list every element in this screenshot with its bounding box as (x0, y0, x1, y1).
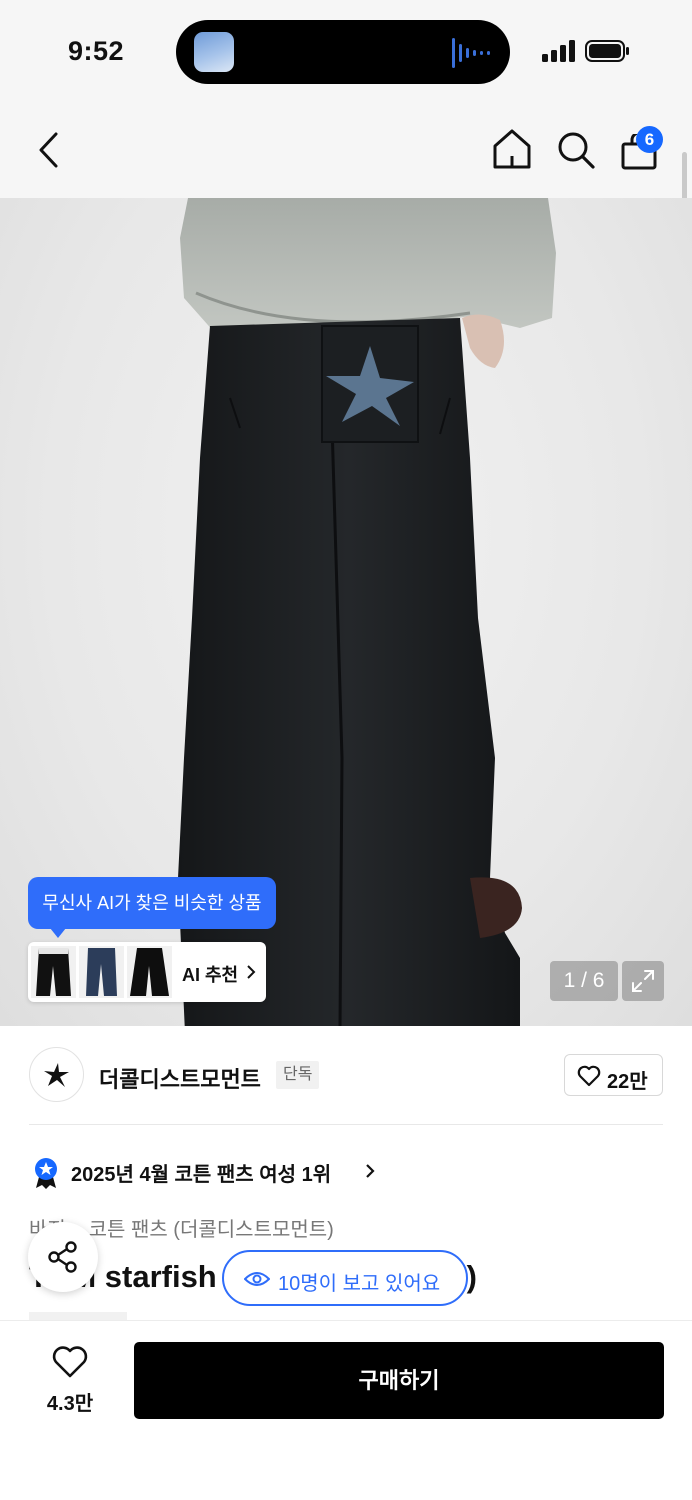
exclusive-tag: 단독 (276, 1061, 320, 1089)
cellular-signal-icon (542, 40, 575, 62)
heart-icon (577, 1065, 601, 1087)
starfish-logo-icon (44, 1063, 69, 1087)
buy-button[interactable]: 구매하기 (134, 1342, 664, 1419)
similar-item-thumb[interactable] (31, 946, 76, 998)
eye-icon (244, 1272, 270, 1286)
dynamic-island (176, 20, 510, 84)
share-button[interactable] (28, 1222, 98, 1292)
chevron-right-icon (366, 1164, 375, 1178)
brand-name[interactable]: 더콜디스트모먼트 (99, 1062, 261, 1094)
heart-icon (52, 1346, 88, 1378)
divider (29, 1124, 663, 1125)
brand-like-count: 22만 (607, 1071, 648, 1093)
cart-count-badge: 6 (636, 126, 663, 153)
ai-recommend-label: AI 추천 (182, 965, 239, 985)
similar-item-thumb[interactable] (127, 946, 172, 998)
chevron-right-icon (247, 965, 256, 979)
home-icon[interactable] (492, 128, 532, 170)
share-icon (48, 1241, 77, 1273)
back-chevron-icon[interactable] (36, 131, 62, 169)
now-playing-thumbnail (194, 32, 234, 72)
viewers-pill: 10명이 보고 있어요 (222, 1250, 468, 1306)
status-bar: 9:52 (0, 0, 692, 100)
similar-item-thumb[interactable] (79, 946, 124, 998)
viewers-text: 10명이 보고 있어요 (278, 1273, 441, 1295)
search-icon[interactable] (556, 130, 596, 170)
favorite-count: 4.3만 (46, 1393, 94, 1415)
status-time: 9:52 (68, 36, 125, 66)
favorite-button[interactable]: 4.3만 (28, 1345, 112, 1415)
ai-recommend-card[interactable]: AI 추천 (28, 942, 266, 1002)
brand-like-button[interactable]: 22만 (564, 1054, 663, 1096)
audio-wave-icon (452, 38, 490, 68)
ranking-text[interactable]: 2025년 4월 코튼 팬츠 여성 1위 (71, 1158, 331, 1187)
brand-logo[interactable] (29, 1047, 84, 1102)
battery-icon (585, 40, 629, 62)
ranking-badge-icon (35, 1158, 57, 1189)
image-counter: 1 / 6 (550, 961, 618, 1001)
ai-similar-tooltip[interactable]: 무신사 AI가 찾은 비슷한 상품 (28, 877, 276, 938)
expand-button[interactable] (622, 961, 664, 1001)
expand-icon (632, 970, 654, 992)
